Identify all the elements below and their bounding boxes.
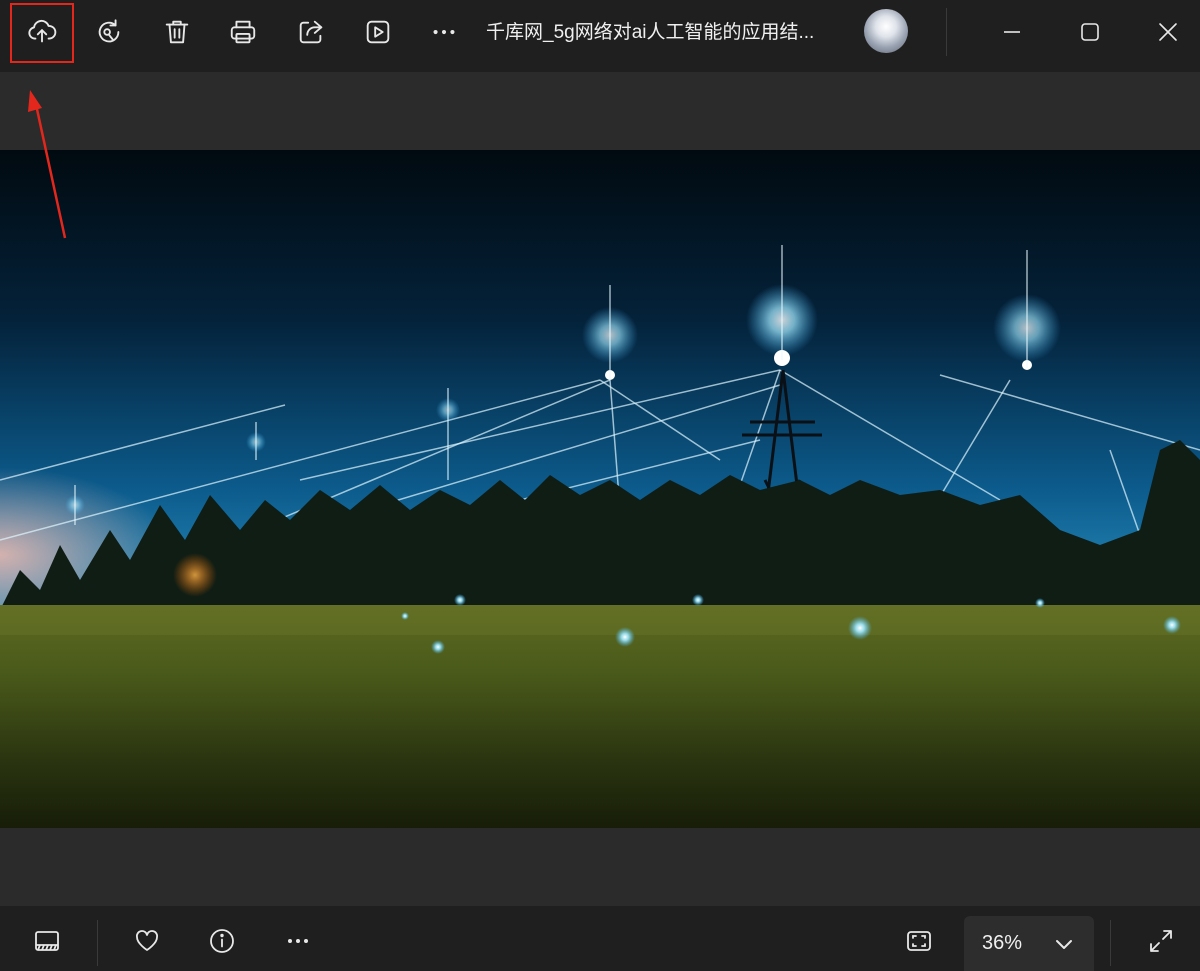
avatar[interactable]	[864, 9, 908, 53]
share-button[interactable]	[286, 8, 336, 56]
more-icon	[288, 939, 308, 943]
fit-screen-icon	[907, 931, 931, 951]
rotate-button[interactable]	[84, 8, 134, 56]
close-button[interactable]	[1138, 8, 1198, 56]
bottom-toolbar: 36%	[0, 906, 1200, 971]
maximize-button[interactable]	[1060, 8, 1120, 56]
zoom-level: 36%	[982, 932, 1023, 954]
photo-viewer-image[interactable]	[0, 150, 1200, 828]
minimize-icon	[1004, 31, 1020, 33]
print-icon	[230, 20, 256, 44]
more-options-button[interactable]	[419, 8, 469, 56]
toolbar-divider	[946, 8, 947, 56]
photo-scene	[0, 150, 1200, 828]
bottombar-divider	[97, 920, 98, 966]
heart-icon	[136, 930, 158, 951]
filmstrip-icon	[35, 931, 59, 951]
zoom-dropdown[interactable]: 36%	[964, 916, 1094, 971]
slideshow-icon	[366, 20, 390, 44]
favorite-button[interactable]	[124, 918, 170, 964]
fullscreen-button[interactable]	[1138, 918, 1184, 964]
print-button[interactable]	[218, 8, 268, 56]
delete-button[interactable]	[152, 8, 202, 56]
bottombar-divider-right	[1110, 920, 1111, 966]
chevron-down-icon	[1056, 940, 1072, 949]
fit-screen-button[interactable]	[896, 918, 942, 964]
file-title: 千库网_5g网络对ai人工智能的应用结...	[486, 22, 815, 43]
slideshow-button[interactable]	[353, 8, 403, 56]
top-toolbar: 千库网_5g网络对ai人工智能的应用结...	[0, 0, 1200, 72]
share-icon	[299, 20, 323, 44]
filmstrip-button[interactable]	[24, 918, 70, 964]
fullscreen-icon	[1150, 930, 1172, 952]
rotate-icon	[98, 19, 120, 43]
more-icon	[433, 29, 455, 35]
info-icon	[210, 929, 234, 953]
close-icon	[1159, 23, 1177, 41]
bottom-band	[0, 828, 1200, 906]
more-options-bottom-button[interactable]	[275, 918, 321, 964]
annotation-highlight-box	[10, 3, 74, 63]
top-band	[0, 72, 1200, 150]
trash-icon	[165, 20, 189, 44]
minimize-button[interactable]	[982, 8, 1042, 56]
maximize-icon	[1081, 23, 1099, 41]
info-button[interactable]	[199, 918, 245, 964]
